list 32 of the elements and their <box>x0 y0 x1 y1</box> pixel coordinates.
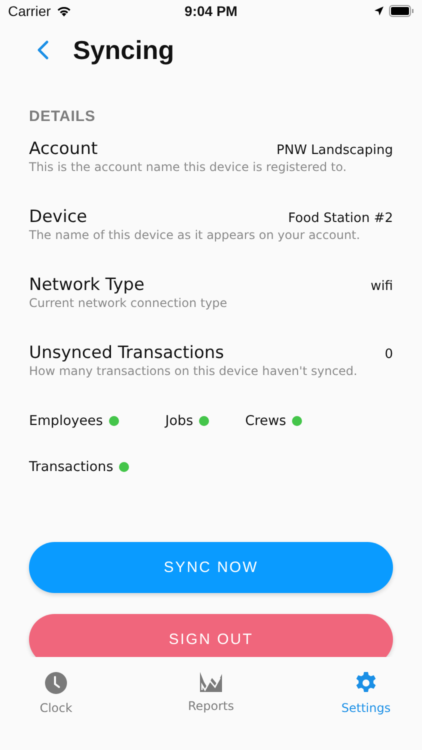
wifi-icon <box>56 5 72 17</box>
tab-bar-item[interactable]: Settings <box>324 671 408 721</box>
page-title: Syncing <box>73 34 174 66</box>
detail-description: Current network connection type <box>29 296 228 310</box>
line-chart-icon <box>199 671 223 693</box>
status-label: Jobs <box>165 413 194 429</box>
sync-button[interactable]: SYNC NOW <box>29 542 393 593</box>
detail-value: Food Station #2 <box>288 211 393 226</box>
clock-time: 9:04 PM <box>184 3 238 19</box>
chevron-left-icon <box>37 40 49 60</box>
tab-bar-item[interactable]: Reports <box>169 671 253 721</box>
detail-description: The name of this device as it appears on your account. <box>29 228 362 242</box>
status-label: Crews <box>245 413 286 429</box>
tab-bar-item[interactable]: Clock <box>14 671 98 721</box>
detail-description: This is the account name this device is registered to. <box>29 160 348 174</box>
detail-value: wifi <box>370 279 393 294</box>
settings-icon <box>354 671 378 695</box>
detail-label: Unsynced Transactions <box>29 343 224 363</box>
status-label: Employees <box>29 413 103 429</box>
detail-description: How many transactions on this device haven't synced. <box>29 364 358 378</box>
detail-label: Account <box>29 139 98 159</box>
detail-label: Network Type <box>29 275 144 295</box>
clock-icon <box>44 671 68 695</box>
sign-out-button[interactable]: SIGN OUT <box>29 614 393 657</box>
detail-value: 0 <box>384 347 393 362</box>
carrier-label: Carrier <box>8 3 51 19</box>
status-label: Transactions <box>29 459 114 475</box>
battery-icon <box>388 5 414 17</box>
detail-label: Device <box>29 207 88 227</box>
section-heading: DETAILS <box>29 108 97 125</box>
location-arrow-icon <box>374 6 384 16</box>
detail-value: PNW Landscaping <box>276 143 393 158</box>
